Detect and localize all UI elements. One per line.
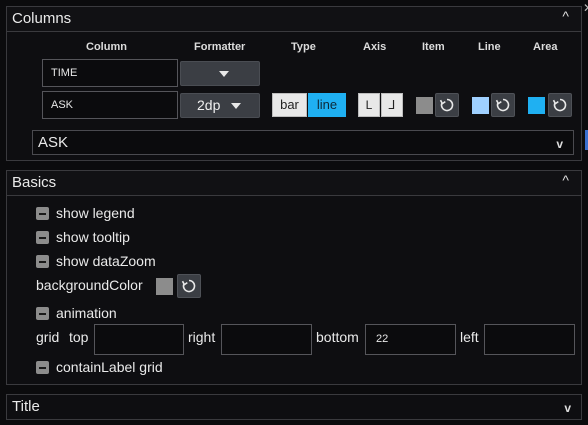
reset-icon <box>495 98 510 112</box>
grid-label: grid <box>36 329 60 345</box>
title-panel[interactable]: Title v <box>6 394 582 420</box>
grid-top-label: top <box>69 329 89 345</box>
reset-icon <box>552 98 567 112</box>
line-color-swatch[interactable] <box>472 97 489 114</box>
area-color-swatch[interactable] <box>528 97 545 114</box>
basics-panel-title: Basics <box>12 174 57 191</box>
checkbox-indeterminate-icon <box>36 207 49 220</box>
show-datazoom-label: show dataZoom <box>56 253 156 269</box>
columns-panel-header[interactable]: Columns ^ <box>7 7 581 32</box>
close-icon[interactable]: ✕ <box>583 1 588 15</box>
reset-icon <box>439 98 454 112</box>
reset-icon <box>181 279 196 293</box>
collapse-caret-icon[interactable]: ^ <box>562 8 569 24</box>
contain-label-grid-label: containLabel grid <box>56 359 163 375</box>
formatter-dropdown[interactable] <box>180 61 260 86</box>
checkbox-indeterminate-icon <box>36 255 49 268</box>
grid-left-label: left <box>460 329 479 345</box>
checkbox-indeterminate-icon <box>36 307 49 320</box>
type-line-button[interactable]: line <box>308 93 346 117</box>
grid-right-input[interactable] <box>221 324 312 355</box>
column-header: Column <box>86 41 127 53</box>
background-color-reset-button[interactable] <box>177 274 201 298</box>
chevron-down-icon <box>219 71 229 77</box>
collapse-caret-icon[interactable]: ^ <box>562 172 569 188</box>
show-legend-label: show legend <box>56 205 135 221</box>
columns-panel-title: Columns <box>12 10 72 27</box>
item-reset-button[interactable] <box>435 93 459 117</box>
type-header: Type <box>291 41 316 53</box>
line-reset-button[interactable] <box>491 93 515 117</box>
grid-bottom-input[interactable]: 22 <box>365 324 456 355</box>
grid-right-label: right <box>188 329 216 345</box>
checkbox-indeterminate-icon <box>36 361 49 374</box>
column-name-field[interactable]: ASK <box>42 91 178 119</box>
column-select-value: ASK <box>38 134 69 151</box>
grid-bottom-label: bottom <box>316 329 359 345</box>
chevron-down-icon <box>231 103 241 109</box>
show-tooltip-label: show tooltip <box>56 229 130 245</box>
basics-panel-header[interactable]: Basics ^ <box>7 171 581 196</box>
item-header: Item <box>422 41 445 53</box>
axis-right-button[interactable]: ⅃ <box>381 93 403 117</box>
background-color-label: backgroundColor <box>36 277 143 293</box>
background-color-swatch[interactable] <box>156 278 173 295</box>
formatter-value: 2dp <box>197 97 221 113</box>
axis-header: Axis <box>363 41 387 53</box>
chevron-down-icon: v <box>564 401 571 415</box>
area-header: Area <box>533 41 558 53</box>
formatter-header: Formatter <box>194 41 246 53</box>
line-header: Line <box>478 41 501 53</box>
axis-left-button[interactable]: L <box>358 93 380 117</box>
type-bar-button[interactable]: bar <box>272 93 307 117</box>
checkbox-indeterminate-icon <box>36 231 49 244</box>
grid-top-input[interactable] <box>94 324 184 355</box>
title-panel-title: Title <box>12 398 40 415</box>
chevron-down-icon: v <box>556 137 563 151</box>
animation-label: animation <box>56 305 117 321</box>
area-reset-button[interactable] <box>548 93 572 117</box>
column-select-dropdown[interactable]: ASK v <box>32 130 574 155</box>
grid-left-input[interactable] <box>484 324 575 355</box>
column-name-field[interactable]: TIME <box>42 59 178 87</box>
formatter-dropdown[interactable]: 2dp <box>180 93 260 118</box>
item-color-swatch[interactable] <box>416 97 433 114</box>
